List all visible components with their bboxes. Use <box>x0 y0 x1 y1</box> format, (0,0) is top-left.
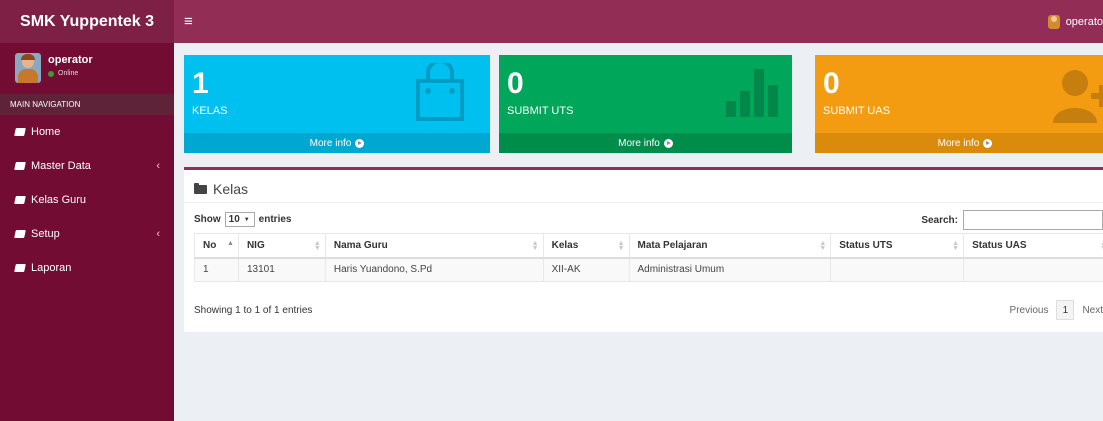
stat-label: SUBMIT UTS <box>507 105 574 117</box>
book-icon <box>14 196 26 204</box>
main-content: 1 KELAS More info 0 SUBMIT UTS More info… <box>174 43 1103 421</box>
stat-number: 0 <box>507 67 524 100</box>
search-label: Search: <box>921 214 958 226</box>
show-entries: Show 10 ▼ entries <box>194 212 291 227</box>
page-button-1[interactable]: 1 <box>1056 300 1075 320</box>
bar-chart-icon <box>726 69 778 117</box>
more-info-link[interactable]: More info <box>815 133 1103 153</box>
sidebar-item-master-data[interactable]: Master Data ‹ <box>0 149 174 183</box>
sidebar-item-laporan[interactable]: Laporan <box>0 251 174 285</box>
more-info-link[interactable]: More info <box>499 133 792 153</box>
sort-icon: ▲▼ <box>531 240 539 252</box>
table-info: Showing 1 to 1 of 1 entries <box>194 305 313 316</box>
user-panel: operator Online <box>0 43 174 94</box>
app-logo[interactable]: SMK Yuppentek 3 <box>0 0 174 43</box>
column-header-status-uas[interactable]: Status UAS▲▼ <box>963 233 1103 259</box>
entries-select[interactable]: 10 ▼ <box>224 212 255 227</box>
column-header-mata-pelajaran[interactable]: Mata Pelajaran ▲ ▼ <box>628 233 832 259</box>
chevron-left-icon: ‹ <box>156 160 160 172</box>
cell-no: 1 <box>194 257 239 282</box>
column-header-nig[interactable]: NIG ▲ ▼ <box>237 233 326 259</box>
cell-status-uas <box>963 257 1103 282</box>
book-icon <box>14 162 26 170</box>
user-plus-icon <box>1053 70 1103 123</box>
kelas-table: No ▲ NIG ▲ ▼ Nama Guru ▲ ▼ Kelas ▲ ▼ Mata Pelaj… <box>194 233 1103 282</box>
cell-mata-pelajaran: Administrasi Umum <box>628 257 832 282</box>
user-status: Online <box>48 70 78 77</box>
sort-icon: ▲▼ <box>819 240 827 252</box>
arrow-circle-right-icon <box>355 138 365 148</box>
entries-value: 10 <box>228 214 240 225</box>
stat-box-submit-uas: 0 SUBMIT UAS More info <box>815 55 1103 153</box>
search-input[interactable] <box>963 210 1103 230</box>
book-icon <box>14 230 26 238</box>
stat-label: SUBMIT UAS <box>823 105 891 117</box>
stat-box-kelas: 1 KELAS More info <box>184 55 490 153</box>
next-button[interactable]: Next <box>1082 305 1103 316</box>
show-label: Show <box>194 214 221 225</box>
sidebar-toggle-icon[interactable]: ≡ <box>184 13 193 30</box>
arrow-circle-right-icon <box>663 138 673 148</box>
book-icon <box>14 264 26 272</box>
more-info-link[interactable]: More info <box>184 133 490 153</box>
sidebar-item-label: Home <box>31 126 61 138</box>
sidebar-item-label: Master Data <box>31 160 91 172</box>
sort-icon: ▲▼ <box>617 240 625 252</box>
caret-down-icon: ▼ <box>243 216 250 223</box>
table-header-row: No ▲ NIG ▲ ▼ Nama Guru ▲ ▼ Kelas ▲ ▼ Mata Pelaj… <box>194 233 1103 259</box>
column-header-no[interactable]: No ▲ <box>194 233 239 259</box>
sidebar-item-label: Laporan <box>31 262 72 274</box>
sidebar: operator Online MAIN NAVIGATION Home Mas… <box>0 43 174 421</box>
sidebar-user-name: operator <box>48 54 93 66</box>
user-status-label: Online <box>58 70 79 77</box>
sidebar-item-label: Kelas Guru <box>31 194 87 206</box>
folder-open-icon <box>194 182 207 194</box>
cell-kelas: XII-AK <box>542 257 630 282</box>
cell-nig: 13101 <box>237 257 326 282</box>
arrow-circle-right-icon <box>983 138 993 148</box>
more-info-label: More info <box>618 137 660 149</box>
column-header-kelas[interactable]: Kelas ▲ ▼ <box>542 233 630 259</box>
column-header-nama-guru[interactable]: Nama Guru ▲ ▼ <box>324 233 544 259</box>
chevron-left-icon: ‹ <box>156 228 160 240</box>
kelas-panel: Kelas Show 10 ▼ entries Search: No ▲ NIG ▲… <box>184 167 1103 332</box>
more-info-label: More info <box>309 137 352 149</box>
panel-title-label: Kelas <box>213 181 249 197</box>
pagination: Previous 1 Next <box>1010 300 1103 320</box>
sort-icon: ▲▼ <box>952 240 960 252</box>
shopping-bag-icon <box>416 63 464 121</box>
panel-title: Kelas <box>194 181 248 197</box>
previous-button[interactable]: Previous <box>1010 305 1049 316</box>
cell-nama-guru: Haris Yuandono, S.Pd <box>324 257 544 282</box>
sidebar-item-home[interactable]: Home <box>0 115 174 149</box>
online-dot-icon <box>48 70 54 77</box>
sidebar-item-setup[interactable]: Setup ‹ <box>0 217 174 251</box>
column-header-status-uts[interactable]: Status UTS ▲ ▼ <box>830 233 965 259</box>
avatar <box>15 53 41 83</box>
top-navbar: ≡ operato <box>174 0 1103 43</box>
stat-box-submit-uts: 0 SUBMIT UTS More info <box>499 55 792 153</box>
user-avatar-icon <box>1047 14 1060 29</box>
stat-label: KELAS <box>192 105 228 117</box>
nav-section-header: MAIN NAVIGATION <box>0 94 174 115</box>
stat-number: 1 <box>192 67 209 100</box>
user-menu-label: operato <box>1065 15 1103 28</box>
search: Search: <box>921 210 1103 230</box>
entries-label: entries <box>258 214 292 225</box>
sidebar-item-kelas-guru[interactable]: Kelas Guru <box>0 183 174 217</box>
user-menu[interactable]: operato <box>1047 0 1103 43</box>
divider <box>184 202 1103 203</box>
sidebar-item-label: Setup <box>31 228 60 240</box>
sort-asc-icon: ▲ <box>227 240 234 247</box>
stat-number: 0 <box>823 67 840 100</box>
cell-status-uts <box>830 257 965 282</box>
book-icon <box>14 128 26 136</box>
sort-icon: ▲▼ <box>313 240 321 252</box>
table-row: 1 13101 Haris Yuandono, S.Pd XII-AK Admi… <box>194 257 1103 282</box>
more-info-label: More info <box>937 137 980 149</box>
